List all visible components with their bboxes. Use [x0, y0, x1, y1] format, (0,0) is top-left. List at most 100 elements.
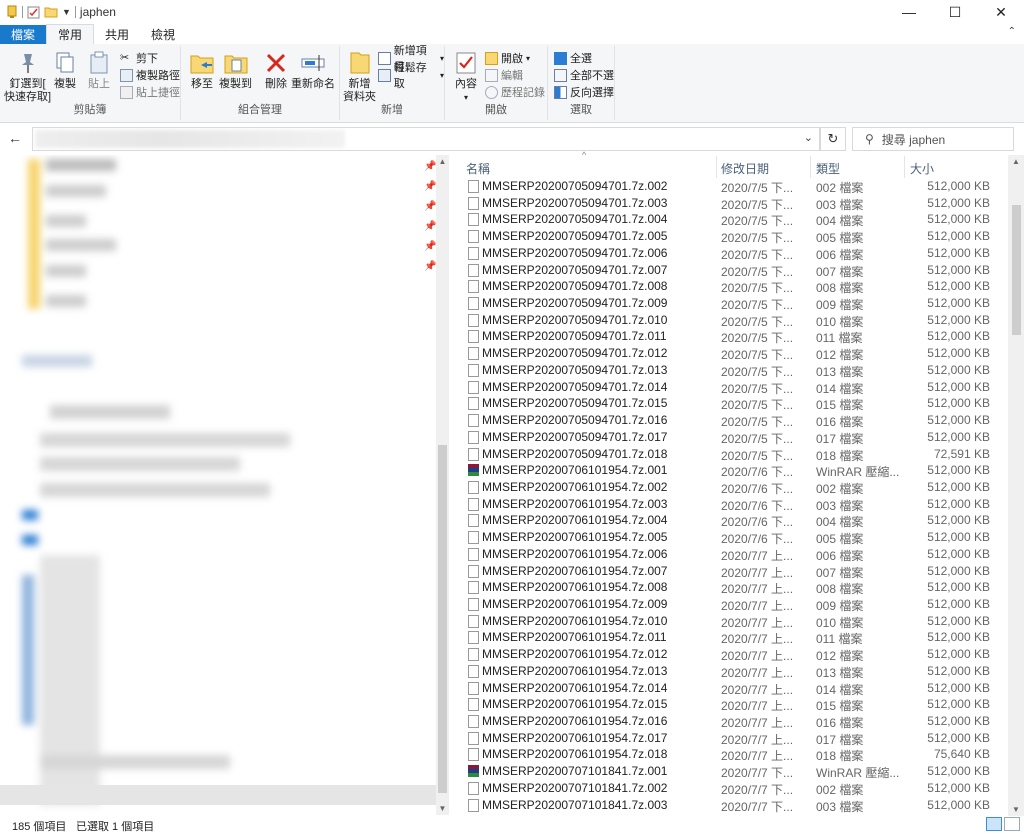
move-to-button[interactable]: 移至 — [189, 50, 215, 91]
easy-access-button[interactable]: 輕鬆存取 ▾ — [378, 62, 444, 90]
column-name[interactable]: 名稱 — [466, 156, 717, 178]
file-row[interactable]: MMSERP20200706101954.7z.005 2020/7/6 下...… — [462, 529, 998, 547]
close-button[interactable]: ✕ — [978, 0, 1024, 24]
file-row[interactable]: MMSERP20200705094701.7z.017 2020/7/5 下...… — [462, 429, 998, 446]
tab-file[interactable]: 檔案 — [0, 25, 47, 44]
file-row[interactable]: MMSERP20200706101954.7z.002 2020/7/6 下...… — [462, 479, 998, 496]
scroll-down-icon[interactable]: ▼ — [1008, 805, 1024, 814]
delete-button[interactable]: 刪除 — [263, 50, 289, 91]
cut-button[interactable]: ✂ 剪下 — [120, 50, 158, 66]
copy-button[interactable]: 複製 — [52, 50, 78, 91]
file-row[interactable]: MMSERP20200705094701.7z.018 2020/7/5 下...… — [462, 446, 998, 463]
file-row[interactable]: MMSERP20200706101954.7z.006 2020/7/7 上...… — [462, 546, 998, 563]
customize-qa-icon[interactable]: ▼ — [62, 7, 71, 17]
address-bar[interactable]: ⌄ — [32, 127, 820, 151]
copy-path-button[interactable]: 複製路徑 — [120, 67, 180, 83]
file-row[interactable]: MMSERP20200706101954.7z.001 2020/7/6 下...… — [462, 462, 998, 479]
pin-quick-access-button[interactable]: 釘選到[ 快速存取] — [4, 50, 51, 104]
file-row[interactable]: MMSERP20200706101954.7z.007 2020/7/7 上...… — [462, 563, 998, 580]
file-row[interactable]: MMSERP20200705094701.7z.016 2020/7/5 下...… — [462, 412, 998, 429]
tab-view[interactable]: 檢視 — [140, 25, 186, 44]
properties-button[interactable]: 內容 ▾ — [453, 50, 479, 104]
pin-icon-nav-1[interactable]: 📌 — [424, 161, 436, 172]
file-row[interactable]: MMSERP20200706101954.7z.016 2020/7/7 上...… — [462, 713, 998, 730]
properties-icon[interactable] — [27, 6, 40, 19]
refresh-icon[interactable]: ↻ — [820, 127, 846, 151]
file-row[interactable]: MMSERP20200705094701.7z.014 2020/7/5 下...… — [462, 379, 998, 396]
rename-button[interactable]: 重新命名 — [291, 50, 335, 91]
nav-selected-row[interactable] — [0, 785, 436, 805]
paste-shortcut-button[interactable]: 貼上捷徑 — [120, 84, 180, 100]
pin-icon-nav-5[interactable]: 📌 — [424, 241, 436, 252]
column-date[interactable]: 修改日期 — [721, 156, 811, 178]
open-button[interactable]: 開啟 ▾ — [485, 50, 530, 66]
file-row[interactable]: MMSERP20200706101954.7z.011 2020/7/7 上...… — [462, 629, 998, 647]
collapse-ribbon-icon[interactable]: ⌃ — [1008, 26, 1016, 37]
file-row[interactable]: MMSERP20200705094701.7z.004 2020/7/5 下...… — [462, 211, 998, 228]
file-name: MMSERP20200707101841.7z.002 — [482, 780, 668, 795]
file-row[interactable]: MMSERP20200706101954.7z.009 2020/7/7 上...… — [462, 596, 998, 613]
file-row[interactable]: MMSERP20200705094701.7z.009 2020/7/5 下...… — [462, 295, 998, 312]
file-row[interactable]: MMSERP20200705094701.7z.012 2020/7/5 下...… — [462, 345, 998, 362]
new-folder-button[interactable]: 新增 資料夾 — [343, 50, 376, 104]
file-row[interactable]: MMSERP20200706101954.7z.004 2020/7/6 下...… — [462, 512, 998, 529]
select-all-button[interactable]: 全選 — [554, 50, 592, 66]
file-row[interactable]: MMSERP20200706101954.7z.018 2020/7/7 上...… — [462, 746, 998, 763]
back-arrow-icon[interactable]: ← — [8, 130, 22, 146]
file-row[interactable]: MMSERP20200705094701.7z.007 2020/7/5 下...… — [462, 262, 998, 279]
file-row[interactable]: MMSERP20200706101954.7z.015 2020/7/7 上...… — [462, 696, 998, 713]
select-none-button[interactable]: 全部不選 — [554, 67, 614, 83]
scroll-up-icon[interactable]: ▲ — [436, 157, 449, 166]
file-row[interactable]: MMSERP20200706101954.7z.014 2020/7/7 上...… — [462, 680, 998, 697]
minimize-button[interactable]: — — [886, 0, 932, 24]
scroll-up-icon[interactable]: ▲ — [1008, 157, 1024, 166]
edit-button[interactable]: 編輯 — [485, 67, 523, 83]
file-row[interactable]: MMSERP20200706101954.7z.017 2020/7/7 上...… — [462, 730, 998, 747]
search-input[interactable]: ⚲ 搜尋 japhen — [852, 127, 1014, 151]
file-row[interactable]: MMSERP20200705094701.7z.003 2020/7/5 下...… — [462, 195, 998, 212]
file-row[interactable]: MMSERP20200705094701.7z.005 2020/7/5 下...… — [462, 228, 998, 245]
file-list-scrollbar-thumb[interactable] — [1012, 205, 1021, 335]
file-row[interactable]: MMSERP20200707101841.7z.001 2020/7/7 下...… — [462, 763, 998, 780]
history-button[interactable]: 歷程記錄 — [485, 84, 545, 100]
pin-icon-nav-6[interactable]: 📌 — [424, 261, 436, 272]
pin-icon-nav-4[interactable]: 📌 — [424, 221, 436, 232]
navigation-pane[interactable]: 📌 📌 📌 📌 📌 📌 — [0, 155, 436, 815]
file-size: 512,000 KB — [927, 680, 990, 695]
file-row[interactable]: MMSERP20200705094701.7z.013 2020/7/5 下...… — [462, 362, 998, 379]
file-row[interactable]: MMSERP20200705094701.7z.015 2020/7/5 下...… — [462, 395, 998, 412]
file-row[interactable]: MMSERP20200705094701.7z.011 2020/7/5 下...… — [462, 328, 998, 345]
file-row[interactable]: MMSERP20200706101954.7z.010 2020/7/7 上...… — [462, 613, 998, 630]
file-row[interactable]: MMSERP20200706101954.7z.012 2020/7/7 上...… — [462, 646, 998, 663]
paste-button[interactable]: 貼上 — [86, 50, 112, 91]
pin-icon-nav-3[interactable]: 📌 — [424, 201, 436, 212]
copy-to-button[interactable]: 複製到 — [219, 50, 252, 91]
file-date: 2020/7/6 下... — [721, 532, 794, 547]
column-type[interactable]: 類型 — [816, 156, 905, 178]
tab-home[interactable]: 常用 — [46, 24, 95, 44]
file-date: 2020/7/7 上... — [721, 632, 794, 647]
navigation-scrollbar-thumb[interactable] — [438, 445, 447, 793]
scroll-down-icon[interactable]: ▼ — [436, 804, 449, 813]
chevron-down-icon[interactable]: ⌄ — [804, 131, 813, 144]
file-row[interactable]: MMSERP20200705094701.7z.002 2020/7/5 下...… — [462, 178, 998, 195]
new-folder-icon[interactable] — [44, 6, 58, 18]
column-size[interactable]: 大小 — [910, 156, 996, 178]
file-row[interactable]: MMSERP20200707101841.7z.002 2020/7/7 下...… — [462, 780, 998, 797]
large-icons-view-icon[interactable] — [1004, 817, 1020, 831]
invert-selection-button[interactable]: 反向選擇 — [554, 84, 614, 100]
pin-icon-nav-2[interactable]: 📌 — [424, 181, 436, 192]
navigation-scrollbar[interactable]: ▲ ▼ — [436, 155, 449, 815]
file-row[interactable]: MMSERP20200705094701.7z.008 2020/7/5 下...… — [462, 278, 998, 295]
file-list-scrollbar[interactable]: ▲ ▼ — [1008, 155, 1024, 816]
maximize-button[interactable]: ☐ — [932, 0, 978, 24]
file-row[interactable]: MMSERP20200705094701.7z.006 2020/7/5 下...… — [462, 245, 998, 262]
file-row[interactable]: MMSERP20200706101954.7z.003 2020/7/6 下...… — [462, 496, 998, 513]
file-row[interactable]: MMSERP20200705094701.7z.010 2020/7/5 下...… — [462, 312, 998, 329]
file-row[interactable]: MMSERP20200706101954.7z.013 2020/7/7 上...… — [462, 663, 998, 680]
file-row[interactable]: MMSERP20200707101841.7z.003 2020/7/7 下...… — [462, 797, 998, 814]
details-view-icon[interactable] — [986, 817, 1002, 831]
file-row[interactable]: MMSERP20200706101954.7z.008 2020/7/7 上...… — [462, 579, 998, 596]
delete-x-icon — [266, 53, 286, 73]
tab-share[interactable]: 共用 — [94, 25, 140, 44]
